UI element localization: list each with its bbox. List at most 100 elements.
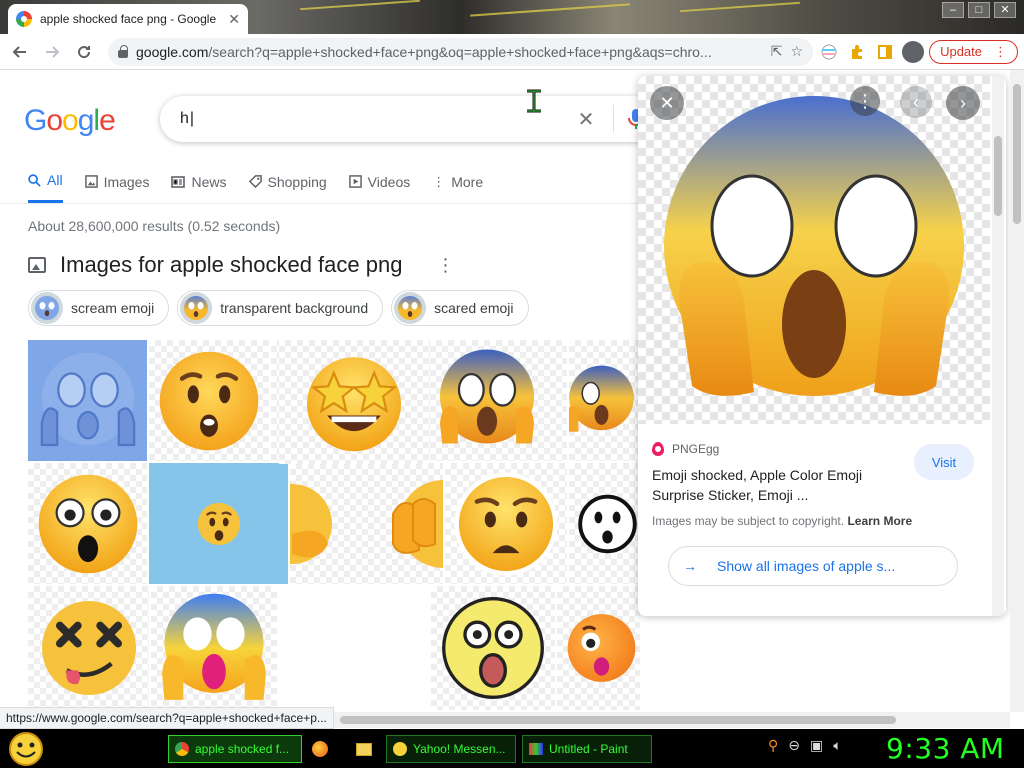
shocked-face-outline-image <box>578 494 637 553</box>
image-result[interactable] <box>569 463 640 584</box>
image-result[interactable] <box>290 463 443 584</box>
url-text[interactable]: google.com/search?q=apple+shocked+face+p… <box>136 44 763 60</box>
extension-profile-icon[interactable] <box>817 40 841 64</box>
search-input[interactable]: h <box>180 110 569 128</box>
text-cursor-icon <box>527 89 541 113</box>
image-result[interactable] <box>431 586 555 710</box>
image-result[interactable] <box>28 586 149 710</box>
page-vertical-scrollbar[interactable] <box>1010 70 1024 712</box>
image-result[interactable] <box>279 340 429 464</box>
clear-icon[interactable]: ✕ <box>569 107 603 132</box>
more-options-icon[interactable]: ⋮ <box>436 255 454 276</box>
source-site[interactable]: PNGEgg <box>652 442 719 456</box>
taskbar: apple shocked f... Yahoo! Messen... Unti… <box>0 729 1024 768</box>
taskbar-item-folder[interactable] <box>350 735 380 763</box>
result-stats: About 28,600,000 results (0.52 seconds) <box>28 218 281 234</box>
panel-scrollbar[interactable] <box>992 76 1004 616</box>
back-button[interactable] <box>6 38 34 66</box>
astonished-emoji-image <box>567 614 636 682</box>
refinement-chips: scream emoji transparent background scar… <box>28 290 529 326</box>
minimize-button[interactable]: – <box>942 2 964 18</box>
extensions-puzzle-icon[interactable] <box>845 40 869 64</box>
image-result[interactable] <box>149 463 288 584</box>
arrow-left-icon <box>12 45 26 58</box>
tabs-divider <box>0 203 640 204</box>
search-icon <box>28 173 41 187</box>
image-result[interactable] <box>557 586 640 710</box>
visit-button[interactable]: Visit <box>914 444 974 480</box>
chip-thumbnail <box>394 292 427 324</box>
tab-all[interactable]: All <box>28 172 63 203</box>
tab-videos[interactable]: Videos <box>348 172 410 203</box>
tab-images[interactable]: Images <box>84 172 149 203</box>
firefox-icon <box>312 741 328 757</box>
forward-button[interactable] <box>38 38 66 66</box>
taskbar-item-paint[interactable]: Untitled - Paint <box>522 735 652 763</box>
profile-avatar[interactable] <box>901 40 925 64</box>
tab-shopping[interactable]: Shopping <box>248 172 327 203</box>
folder-icon <box>356 742 372 756</box>
taskbar-item-chrome[interactable]: apple shocked f... <box>168 735 302 763</box>
tab-title: apple shocked face png - Google Search <box>40 12 220 26</box>
maximize-button[interactable]: □ <box>968 2 990 18</box>
taskbar-item-firefox[interactable] <box>306 735 336 763</box>
link-status-bar: https://www.google.com/search?q=apple+sh… <box>0 707 334 729</box>
kebab-menu-icon: ⋮ <box>994 43 1007 59</box>
taskbar-item-yahoo-messenger[interactable]: Yahoo! Messen... <box>386 735 516 763</box>
search-box[interactable]: h ✕ <box>160 96 698 142</box>
scream-emoji-image <box>162 593 266 700</box>
tab-more[interactable]: ⋮ More <box>432 172 483 203</box>
bookmark-star-icon[interactable]: ☆ <box>791 43 804 60</box>
chip-scream-emoji[interactable]: scream emoji <box>28 290 170 326</box>
reload-icon <box>78 45 91 58</box>
scream-emoji-image <box>40 352 135 446</box>
preview-more-options-icon[interactable]: ⋮ <box>850 86 880 116</box>
image-icon <box>84 175 98 188</box>
google-logo[interactable]: Google <box>24 104 116 138</box>
volume-icon[interactable]: 🔈︎ <box>833 737 841 754</box>
image-result[interactable] <box>445 463 567 584</box>
update-button[interactable]: Update ⋮ <box>929 39 1018 64</box>
image-result[interactable] <box>406 340 567 461</box>
window-controls: – □ ✕ <box>942 2 1016 18</box>
system-tray: ⚲ ⊖ ▣ 🔈︎ <box>768 737 842 754</box>
more-vert-icon: ⋮ <box>432 173 446 189</box>
arrow-right-icon <box>46 45 60 58</box>
browser-tab[interactable]: apple shocked face png - Google Search ✕ <box>8 4 248 34</box>
chip-scared-emoji[interactable]: scared emoji <box>391 290 529 326</box>
hushed-emoji-image <box>197 502 240 545</box>
chip-transparent-background[interactable]: transparent background <box>177 290 384 326</box>
lock-icon[interactable] <box>118 44 128 58</box>
close-preview-button[interactable]: ✕ <box>650 86 684 120</box>
star-struck-emoji-image <box>306 357 402 452</box>
tab-news[interactable]: News <box>171 172 227 203</box>
image-result[interactable] <box>149 340 269 461</box>
images-section-header: Images for apple shocked face png ⋮ <box>28 252 454 278</box>
image-result[interactable] <box>151 586 277 710</box>
close-window-button[interactable]: ✕ <box>994 2 1016 18</box>
close-tab-icon[interactable]: ✕ <box>228 11 240 28</box>
learn-more-link[interactable]: Learn More <box>847 514 912 528</box>
hand-over-mouth-emoji-image <box>290 483 332 564</box>
image-title-link[interactable]: Emoji shocked, Apple Color Emoji Surpris… <box>652 465 892 505</box>
show-all-images-button[interactable]: → Show all images of apple s... <box>668 546 958 586</box>
status-tray-icon[interactable]: ⊖ <box>788 737 800 754</box>
reload-button[interactable] <box>70 38 98 66</box>
images-heading[interactable]: Images for apple shocked face png <box>60 252 402 278</box>
network-tray-icon[interactable]: ▣ <box>810 737 823 754</box>
image-result[interactable] <box>28 340 147 461</box>
share-icon[interactable]: ⇱ <box>771 43 783 60</box>
start-smiley-icon[interactable] <box>8 731 44 767</box>
previous-image-button[interactable]: ‹ <box>900 86 932 118</box>
preview-image-area[interactable] <box>638 76 990 424</box>
next-image-button[interactable]: › <box>946 86 980 120</box>
image-result[interactable] <box>569 340 640 461</box>
search-divider <box>613 105 614 133</box>
chip-thumbnail <box>180 292 213 324</box>
side-panel-icon[interactable] <box>873 40 897 64</box>
image-result[interactable] <box>28 463 147 584</box>
taskbar-clock[interactable]: 9:33 AM <box>886 729 1005 768</box>
scream-emoji-image <box>439 348 534 444</box>
search-tray-icon[interactable]: ⚲ <box>768 737 778 754</box>
address-bar[interactable]: google.com/search?q=apple+shocked+face+p… <box>108 37 814 66</box>
